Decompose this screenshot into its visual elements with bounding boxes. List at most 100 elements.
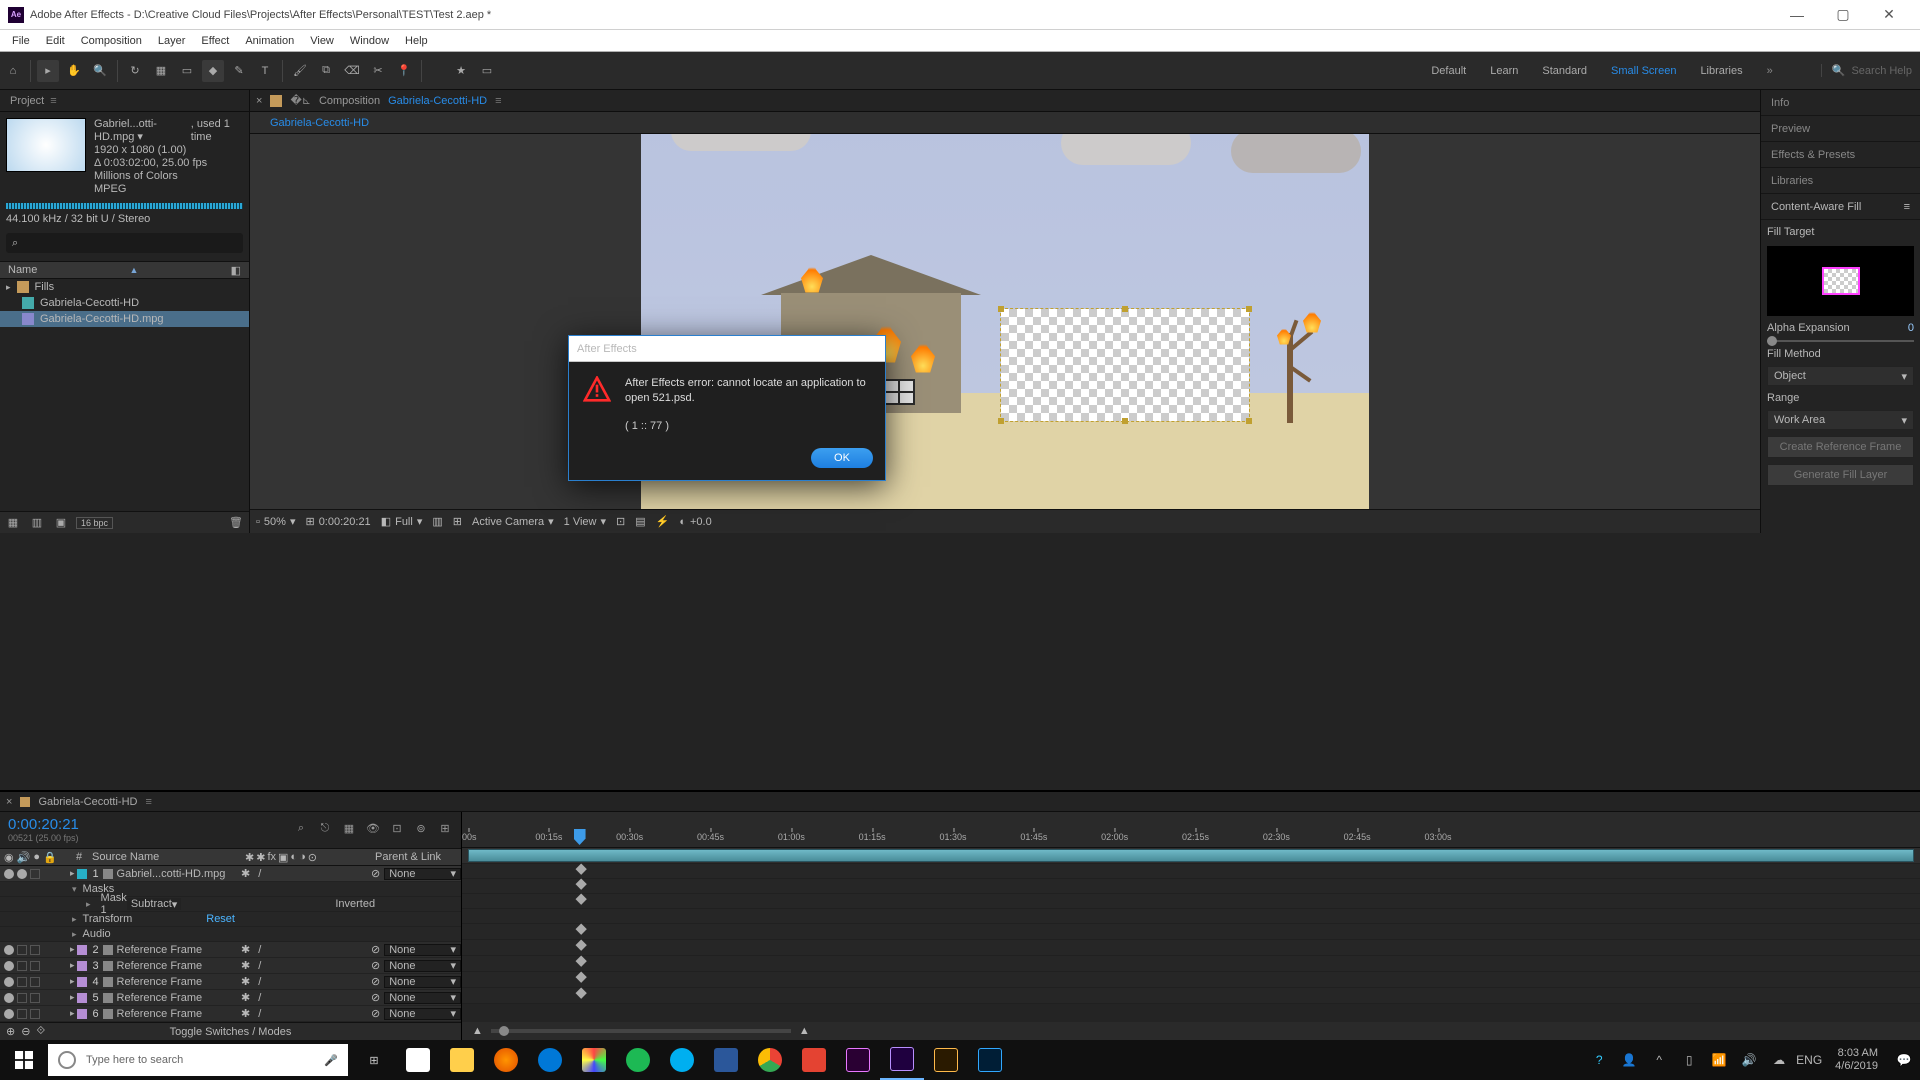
camera-dropdown[interactable]: Active Camera ▾ — [472, 515, 554, 528]
motion-blur-icon[interactable]: ⊚ — [413, 820, 429, 836]
magnification-dropdown[interactable]: ▫ 50% ▾ — [256, 515, 295, 528]
project-search-input[interactable]: ⌕ — [6, 233, 243, 253]
sort-icon[interactable]: ▲ — [130, 265, 139, 275]
panel-menu-icon[interactable]: ≡ — [145, 796, 151, 808]
asset-name[interactable]: Gabriel...otti-HD.mpg ▾ — [94, 118, 187, 144]
shape-tool-icon[interactable]: ◆ — [202, 60, 224, 82]
zoom-out-icon[interactable]: ▲ — [472, 1025, 483, 1037]
battery-tray-icon[interactable]: ▯ — [1679, 1050, 1699, 1070]
pixel-aspect-icon[interactable]: ▤ — [635, 515, 645, 528]
graph-editor-icon[interactable]: ⊞ — [437, 820, 453, 836]
exposure-value[interactable]: ◐ +0.0 — [679, 516, 711, 528]
fill-method-dropdown[interactable]: Object▾ — [1767, 366, 1914, 386]
new-folder-icon[interactable]: ▥ — [28, 515, 46, 531]
type-tool-icon[interactable]: T — [254, 60, 276, 82]
composition-viewer[interactable] — [250, 134, 1760, 509]
pan-behind-tool-icon[interactable]: ▦ — [150, 60, 172, 82]
zoom-slider[interactable] — [491, 1029, 791, 1033]
bridge-icon[interactable] — [924, 1040, 968, 1080]
fast-preview-icon[interactable]: ⚡ — [656, 515, 670, 528]
timeline-layer[interactable]: ▸4Reference Frame✱/⊘None▾ — [0, 974, 461, 990]
window-close-button[interactable]: ✕ — [1866, 0, 1912, 30]
close-tab-icon[interactable]: × — [6, 796, 12, 808]
zoom-tool-icon[interactable]: 🔍 — [89, 60, 111, 82]
ok-button[interactable]: OK — [811, 448, 873, 468]
interpret-footage-icon[interactable]: ▦ — [4, 515, 22, 531]
content-aware-fill-tab[interactable]: Content-Aware Fill — [1771, 201, 1861, 213]
toggle-switches-icon-3[interactable]: ⟐ — [36, 1025, 45, 1038]
generate-fill-layer-button[interactable]: Generate Fill Layer — [1767, 464, 1914, 486]
composition-name[interactable]: Gabriela-Cecotti-HD — [388, 95, 487, 107]
timeline-property[interactable]: ▾Masks — [0, 882, 461, 897]
panel-menu-icon[interactable]: ≡ — [1904, 201, 1910, 213]
skype-icon[interactable] — [660, 1040, 704, 1080]
edge-icon[interactable] — [528, 1040, 572, 1080]
mic-icon[interactable]: 🎤 — [324, 1054, 338, 1067]
menu-edit[interactable]: Edit — [38, 33, 73, 49]
workspace-default[interactable]: Default — [1431, 65, 1466, 77]
roi-icon[interactable]: ▥ — [432, 515, 442, 528]
menu-file[interactable]: File — [4, 33, 38, 49]
comp-flow-icon[interactable]: ⎋ — [317, 820, 333, 836]
brush-tool-icon[interactable]: 🖌 — [289, 60, 311, 82]
toggle-switches-button[interactable]: Toggle Switches / Modes — [170, 1026, 292, 1038]
timeline-property[interactable]: ▸Audio — [0, 927, 461, 942]
grid-icon[interactable]: ⊞ — [453, 515, 462, 528]
source-name-column[interactable]: Source Name — [88, 851, 241, 863]
video-column-icon[interactable]: ◉ — [4, 851, 14, 864]
window-maximize-button[interactable]: ▢ — [1820, 0, 1866, 30]
timeline-property[interactable]: ▸Mask 1Subtract▾Inverted — [0, 897, 461, 912]
workspace-standard[interactable]: Standard — [1542, 65, 1587, 77]
info-panel-tab[interactable]: Info — [1761, 90, 1920, 116]
panel-menu-icon[interactable]: ≡ — [50, 95, 56, 107]
timeline-layer[interactable]: ▸2Reference Frame✱/⊘None▾ — [0, 942, 461, 958]
menu-help[interactable]: Help — [397, 33, 436, 49]
task-view-icon[interactable]: ⊞ — [352, 1040, 396, 1080]
orbit-tool-icon[interactable]: ↻ — [124, 60, 146, 82]
panel-menu-icon[interactable]: ≡ — [495, 95, 501, 107]
help-tray-icon[interactable]: ? — [1589, 1050, 1609, 1070]
label-column-icon[interactable]: ◧ — [231, 264, 241, 277]
workspace-overflow-icon[interactable]: » — [1767, 65, 1773, 77]
firefox-icon[interactable] — [484, 1040, 528, 1080]
premiere-icon[interactable] — [836, 1040, 880, 1080]
app-icon[interactable] — [572, 1040, 616, 1080]
menu-view[interactable]: View — [302, 33, 342, 49]
shy-icon[interactable]: 👁 — [365, 820, 381, 836]
resolution-dropdown[interactable]: ⊞ 0:00:20:21 — [305, 515, 370, 528]
view-options-icon[interactable]: ⊡ — [616, 515, 625, 528]
alpha-expansion-slider[interactable] — [1767, 340, 1914, 342]
photoshop-icon[interactable] — [968, 1040, 1012, 1080]
audio-column-icon[interactable]: 🔊 — [17, 851, 31, 864]
search-icon[interactable]: ⌕ — [293, 820, 309, 836]
project-item-comp[interactable]: Gabriela-Cecotti-HD — [0, 295, 249, 311]
workspace-smallscreen[interactable]: Small Screen — [1611, 65, 1676, 77]
action-center-icon[interactable]: 💬 — [1894, 1050, 1914, 1070]
mask-region[interactable] — [1001, 309, 1249, 421]
file-explorer-icon[interactable] — [440, 1040, 484, 1080]
search-help-field[interactable]: Search Help — [1851, 65, 1912, 77]
snap-icon[interactable]: ★ — [450, 60, 472, 82]
libraries-panel-tab[interactable]: Libraries — [1761, 168, 1920, 194]
index-column[interactable]: # — [70, 851, 88, 863]
menu-window[interactable]: Window — [342, 33, 397, 49]
word-icon[interactable] — [704, 1040, 748, 1080]
project-panel-tab[interactable]: Project — [10, 95, 44, 107]
network-tray-icon[interactable]: 📶 — [1709, 1050, 1729, 1070]
parent-link-column[interactable]: Parent & Link — [371, 851, 461, 863]
home-tool-icon[interactable]: ⌂ — [2, 60, 24, 82]
new-comp-icon[interactable]: ▣ — [52, 515, 70, 531]
lock-column-icon[interactable]: 🔒 — [43, 851, 57, 864]
menu-layer[interactable]: Layer — [150, 33, 194, 49]
people-tray-icon[interactable]: 👤 — [1619, 1050, 1639, 1070]
zoom-in-icon[interactable]: ▲ — [799, 1025, 810, 1037]
timeline-layer[interactable]: ▸6Reference Frame✱/⊘None▾ — [0, 1006, 461, 1022]
effects-presets-panel-tab[interactable]: Effects & Presets — [1761, 142, 1920, 168]
timeline-tab[interactable]: Gabriela-Cecotti-HD — [38, 796, 137, 808]
alpha-expansion-value[interactable]: 0 — [1908, 322, 1914, 334]
timeline-layer[interactable]: ▸5Reference Frame✱/⊘None▾ — [0, 990, 461, 1006]
language-indicator[interactable]: ENG — [1799, 1050, 1819, 1070]
pen-tool-icon[interactable]: ✎ — [228, 60, 250, 82]
project-column-name[interactable]: Name — [8, 264, 37, 276]
comp-breadcrumb[interactable]: Gabriela-Cecotti-HD — [270, 117, 369, 129]
